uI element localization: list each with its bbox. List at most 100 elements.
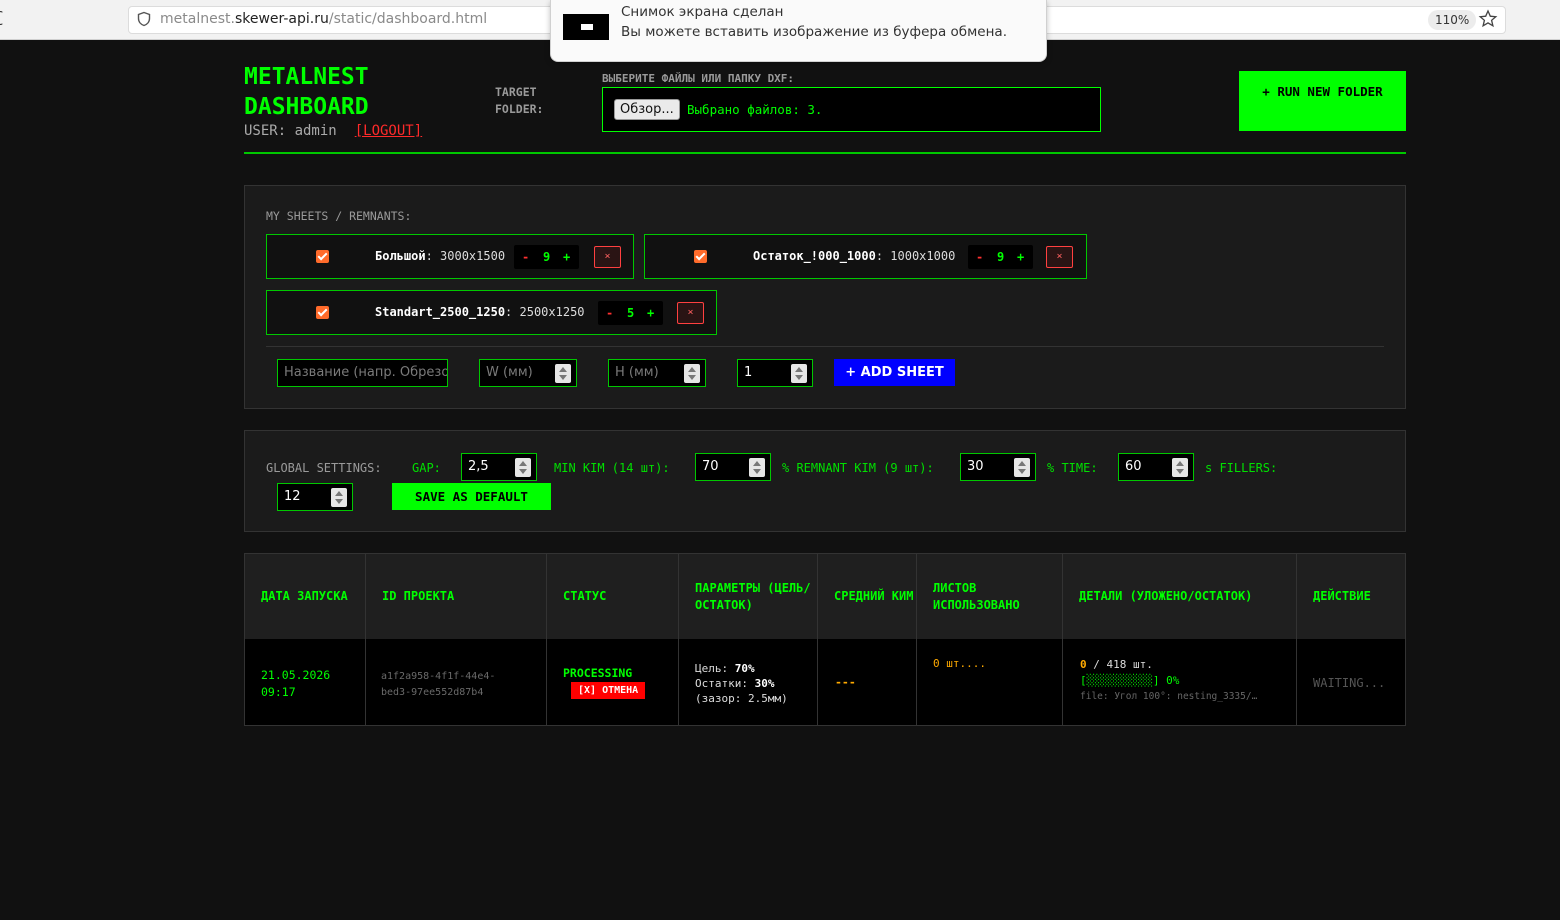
logout-link[interactable]: [LOGOUT] (355, 123, 422, 139)
time-input[interactable]: 60 (1118, 453, 1194, 481)
progress-bar: [░░░░░░░░░░] 0% (1080, 674, 1180, 687)
files-selected-text: Выбрано файлов: 3. (687, 102, 823, 117)
column-header: ПАРАМЕТРЫ (ЦЕЛЬ/ ОСТАТОК) (695, 580, 811, 612)
spinner-icon[interactable] (555, 364, 571, 383)
placed-count: 0 (1080, 658, 1087, 671)
quantity-value: 9 (543, 250, 551, 264)
sheet-checkbox[interactable] (694, 250, 707, 263)
quantity-stepper: - 9 + (968, 245, 1033, 269)
decrease-button[interactable]: - (522, 245, 529, 269)
sheet-card: Остаток_!000_1000: 1000x1000 - 9 + × (644, 234, 1087, 279)
column-header: ДАТА ЗАПУСКА (261, 589, 348, 603)
table-row: 21.05.2026 09:17 (261, 667, 330, 701)
username: USER: admin (244, 123, 337, 139)
column-header: ID ПРОЕКТА (382, 589, 455, 603)
sheets-panel: MY SHEETS / REMNANTS: Большой: 3000x1500… (244, 185, 1406, 409)
screenshot-thumbnail (563, 14, 609, 40)
quantity-stepper: - 5 + (598, 301, 663, 325)
spinner-icon[interactable] (515, 458, 531, 477)
sheet-info: Большой: 3000x1500 (375, 249, 506, 263)
bookmark-star-icon[interactable] (1478, 9, 1498, 29)
time-label: % TIME: (1047, 461, 1098, 475)
file-name: file: Угол 100°: nesting_3335/… (1080, 691, 1258, 702)
sheet-info: Остаток_!000_1000: 1000x1000 (753, 249, 956, 263)
quantity-stepper: - 9 + (514, 245, 579, 269)
column-divider (916, 554, 917, 725)
header-divider (244, 152, 1406, 154)
zoom-level[interactable]: 110% (1428, 10, 1477, 30)
notification-body: Вы можете вставить изображение из буфера… (621, 24, 1007, 40)
sheet-card: Большой: 3000x1500 - 9 + × (266, 234, 634, 279)
column-header: ДЕЙСТВИЕ (1313, 589, 1371, 603)
file-picker[interactable]: Обзор... Выбрано файлов: 3. (602, 87, 1101, 132)
column-divider (1062, 554, 1063, 725)
fillers-input[interactable]: 12 (277, 483, 353, 511)
increase-button[interactable]: + (1017, 245, 1024, 269)
average-kim: --- (835, 675, 856, 689)
save-as-default-button[interactable]: SAVE AS DEFAULT (392, 483, 551, 510)
min-kim-label: MIN KIM (14 шт): (554, 461, 670, 475)
settings-panel: GLOBAL SETTINGS: GAP: 2,5 MIN KIM (14 шт… (244, 430, 1406, 532)
jobs-table: ДАТА ЗАПУСКА ID ПРОЕКТА СТАТУС ПАРАМЕТРЫ… (244, 553, 1406, 726)
params-cell: Цель: 70% Остатки: 30% (зазор: 2.5мм) (695, 662, 788, 705)
panel-divider (266, 346, 1384, 347)
spinner-icon[interactable] (749, 458, 765, 477)
sheet-card: Standart_2500_1250: 2500x1250 - 5 + × (266, 290, 717, 335)
details-cell: 0 / 418 шт. [░░░░░░░░░░] 0% file: Угол 1… (1080, 657, 1285, 705)
url-text[interactable]: metalnest.skewer-api.ru/static/dashboard… (160, 11, 487, 27)
sheet-checkbox[interactable] (316, 306, 329, 319)
reload-icon[interactable]: ʗ (0, 10, 3, 26)
column-divider (1296, 554, 1297, 725)
browse-button[interactable]: Обзор... (614, 99, 680, 120)
spinner-icon[interactable] (1014, 458, 1030, 477)
user-info: USER: admin [LOGOUT] (244, 123, 422, 139)
shield-icon[interactable] (136, 11, 152, 27)
launch-date: 21.05.2026 (261, 668, 331, 682)
status-badge: PROCESSING (563, 666, 633, 680)
run-new-folder-button[interactable]: + RUN NEW FOLDER (1239, 71, 1406, 131)
sheet-quantity-input[interactable]: 1 (737, 359, 813, 387)
decrease-button[interactable]: - (606, 301, 613, 325)
sheet-height-input[interactable]: H (мм) (608, 359, 706, 387)
files-label: ВЫБЕРИТЕ ФАЙЛЫ ИЛИ ПАПКУ DXF: (602, 72, 795, 85)
quantity-value: 5 (627, 306, 635, 320)
spinner-icon[interactable] (1172, 458, 1188, 477)
column-divider (546, 554, 547, 725)
table-header: ДАТА ЗАПУСКА ID ПРОЕКТА СТАТУС ПАРАМЕТРЫ… (245, 554, 1405, 639)
spinner-icon[interactable] (791, 364, 807, 383)
total-count: / 418 шт. (1086, 658, 1153, 671)
launch-time: 09:17 (261, 685, 296, 699)
delete-sheet-button[interactable]: × (1046, 246, 1073, 268)
quantity-value: 9 (997, 250, 1005, 264)
gap-input[interactable]: 2,5 (461, 453, 537, 481)
column-divider (365, 554, 366, 725)
project-id: a1f2a958-4f1f-44e4- bed3-97ee552d87b4 (381, 671, 496, 698)
spinner-icon[interactable] (684, 364, 700, 383)
cancel-button[interactable]: [X] ОТМЕНА (571, 682, 646, 699)
settings-label: GLOBAL SETTINGS: (266, 461, 382, 475)
action-status: WAITING... (1313, 676, 1386, 690)
sheet-name-input[interactable]: Название (напр. Обрезо (277, 359, 448, 387)
sheets-label: MY SHEETS / REMNANTS: (266, 209, 412, 223)
column-divider (678, 554, 679, 725)
fillers-label: s FILLERS: (1205, 461, 1278, 475)
remnant-kim-label: % REMNANT KIM (9 шт): (782, 461, 934, 475)
screenshot-notification[interactable]: Снимок экрана сделан Вы можете вставить … (550, 0, 1047, 62)
spinner-icon[interactable] (331, 488, 347, 507)
app-title: METALNEST DASHBOARD (244, 64, 369, 120)
decrease-button[interactable]: - (976, 245, 983, 269)
delete-sheet-button[interactable]: × (594, 246, 621, 268)
sheet-info: Standart_2500_1250: 2500x1250 (375, 305, 585, 319)
increase-button[interactable]: + (563, 245, 570, 269)
delete-sheet-button[interactable]: × (677, 302, 704, 324)
sheet-checkbox[interactable] (316, 250, 329, 263)
sheet-width-input[interactable]: W (мм) (479, 359, 577, 387)
remnant-kim-input[interactable]: 30 (960, 453, 1036, 481)
min-kim-input[interactable]: 70 (695, 453, 771, 481)
column-header: СТАТУС (563, 589, 607, 603)
column-header: ЛИСТОВ ИСПОЛЬЗОВАНО (933, 580, 1020, 612)
notification-title: Снимок экрана сделан (621, 4, 784, 20)
add-sheet-button[interactable]: + ADD SHEET (834, 359, 955, 386)
increase-button[interactable]: + (647, 301, 654, 325)
column-divider (817, 554, 818, 725)
